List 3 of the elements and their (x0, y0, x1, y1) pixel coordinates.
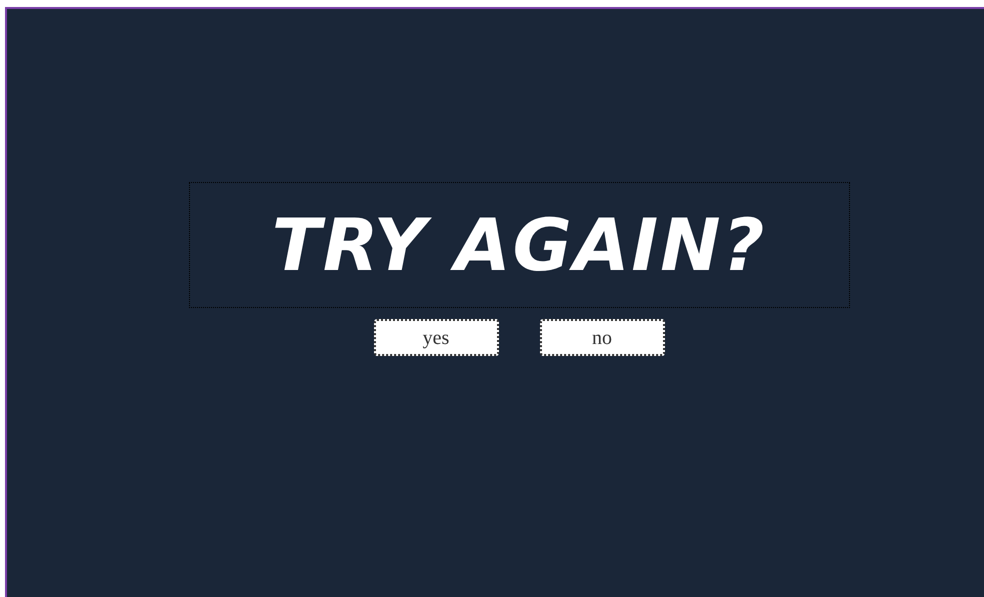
answer-button[interactable]: yes (374, 319, 498, 356)
page-heading: TRY AGAIN? (188, 182, 850, 308)
answer-button[interactable]: no (540, 319, 664, 356)
